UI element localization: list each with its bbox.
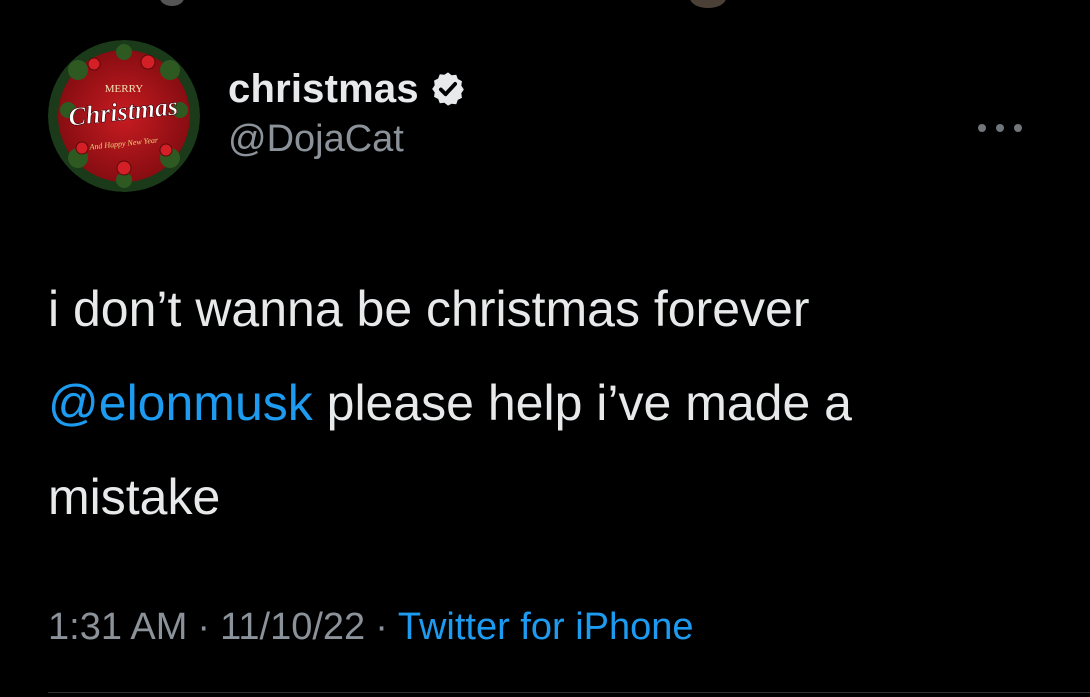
verified-badge-icon (429, 70, 467, 108)
more-dot (996, 124, 1004, 132)
tweet-source-link[interactable]: Twitter for iPhone (398, 606, 694, 648)
meta-separator: · (375, 606, 388, 648)
tweet-header: MERRY Christmas And Happy New Year chris… (48, 40, 1048, 192)
tweet-text: i don’t wanna be christmas forever @elon… (48, 262, 1058, 544)
tweet-text-line: i don’t wanna be christmas forever (48, 281, 810, 337)
tweet-text-line: @elonmusk please help i’ve made a (48, 356, 1058, 450)
avatar[interactable]: MERRY Christmas And Happy New Year (48, 40, 200, 192)
tweet-date[interactable]: 11/10/22 (220, 606, 365, 648)
more-dot (1014, 124, 1022, 132)
tweet-text-line: mistake (48, 469, 221, 525)
top-fragment-right (690, 0, 726, 8)
mention-link[interactable]: @elonmusk (48, 375, 313, 431)
tweet-meta: 1:31 AM · 11/10/22 · Twitter for iPhone (48, 606, 694, 649)
display-name[interactable]: christmas (228, 67, 419, 112)
more-options-icon[interactable] (978, 118, 1022, 138)
tweet-text-fragment: please help i’ve made a (312, 375, 852, 431)
more-dot (978, 124, 986, 132)
top-fragment-left (160, 0, 184, 6)
divider (48, 692, 1090, 693)
display-name-row: christmas (228, 64, 467, 114)
tweet-time[interactable]: 1:31 AM (48, 606, 187, 648)
user-handle[interactable]: @DojaCat (228, 118, 467, 161)
user-info[interactable]: christmas @DojaCat (228, 64, 467, 161)
meta-separator: · (197, 606, 211, 648)
avatar-merry-text: MERRY (105, 83, 144, 95)
avatar-christmas-image: MERRY Christmas And Happy New Year (48, 40, 200, 192)
